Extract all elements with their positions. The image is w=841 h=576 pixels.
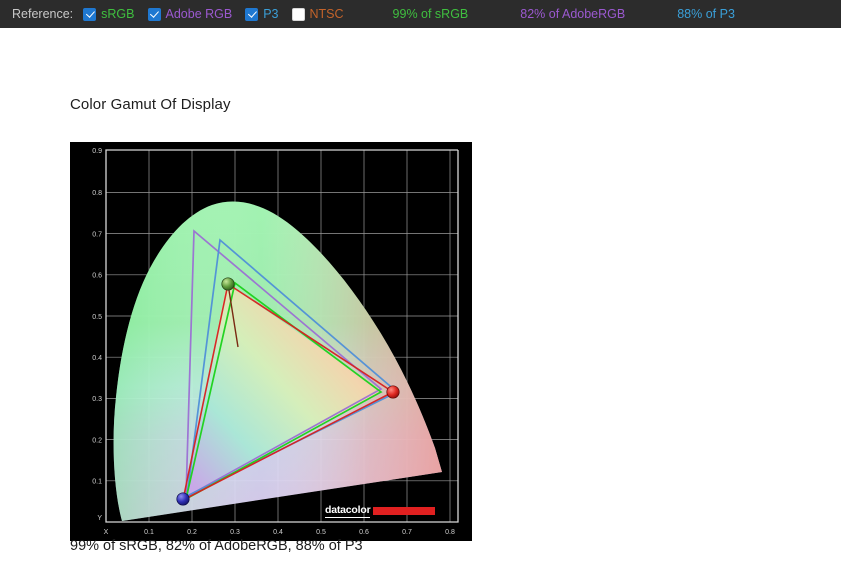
coverage-p3: 88% of P3 <box>677 7 735 21</box>
checkbox-ntsc[interactable] <box>291 7 305 21</box>
svg-text:0.7: 0.7 <box>402 529 412 536</box>
svg-text:0.8: 0.8 <box>445 529 455 536</box>
marker-red-primary <box>386 385 400 399</box>
x-axis-label: X <box>104 529 109 536</box>
reference-label-p3: P3 <box>263 7 279 21</box>
datacolor-watermark: datacolor <box>325 504 436 518</box>
svg-text:0.1: 0.1 <box>92 479 102 486</box>
checkbox-p3[interactable] <box>245 7 259 21</box>
svg-text:0.3: 0.3 <box>92 396 102 403</box>
reference-item-ntsc[interactable]: NTSC <box>291 7 344 21</box>
page-title: Color Gamut Of Display <box>70 96 231 113</box>
svg-text:0.2: 0.2 <box>92 437 102 444</box>
page-body: Color Gamut Of Display 0.9 0.8 0.7 0.6 0… <box>0 28 841 576</box>
marker-blue-primary <box>176 492 190 506</box>
svg-text:0.5: 0.5 <box>92 314 102 321</box>
svg-text:0.5: 0.5 <box>316 529 326 536</box>
reference-label-srgb: sRGB <box>101 7 135 21</box>
coverage-srgb: 99% of sRGB <box>392 7 469 21</box>
chart-caption: 99% of sRGB, 82% of AdobeRGB, 88% of P3 <box>70 538 363 554</box>
svg-text:0.7: 0.7 <box>92 232 102 239</box>
reference-item-srgb[interactable]: sRGB <box>83 7 135 21</box>
svg-text:0.4: 0.4 <box>273 529 283 536</box>
reference-label-adobergb: Adobe RGB <box>165 7 233 21</box>
svg-text:0.1: 0.1 <box>144 529 154 536</box>
cie-chromaticity-chart: 0.9 0.8 0.7 0.6 0.5 0.4 0.3 0.2 0.1 Y X … <box>70 142 472 541</box>
svg-text:0.6: 0.6 <box>92 273 102 280</box>
reference-bar: Reference: sRGB Adobe RGB P3 NTSC 99% of… <box>0 0 841 28</box>
y-axis-label: Y <box>97 515 102 522</box>
svg-text:0.9: 0.9 <box>92 148 102 155</box>
reference-label: Reference: <box>12 7 74 21</box>
checkbox-adobergb[interactable] <box>147 7 161 21</box>
checkbox-srgb[interactable] <box>83 7 97 21</box>
datacolor-bar-icon <box>373 506 436 515</box>
reference-label-ntsc: NTSC <box>309 7 344 21</box>
reference-item-p3[interactable]: P3 <box>245 7 279 21</box>
svg-text:0.2: 0.2 <box>187 529 197 536</box>
svg-text:0.6: 0.6 <box>359 529 369 536</box>
marker-green-primary <box>221 277 235 291</box>
svg-text:0.4: 0.4 <box>92 355 102 362</box>
svg-text:0.8: 0.8 <box>92 190 102 197</box>
coverage-summary: 99% of sRGB 82% of AdobeRGB 88% of P3 <box>393 7 787 21</box>
reference-item-adobergb[interactable]: Adobe RGB <box>147 7 233 21</box>
svg-text:0.3: 0.3 <box>230 529 240 536</box>
coverage-adobergb: 82% of AdobeRGB <box>520 7 626 21</box>
datacolor-wordmark: datacolor <box>325 504 371 518</box>
